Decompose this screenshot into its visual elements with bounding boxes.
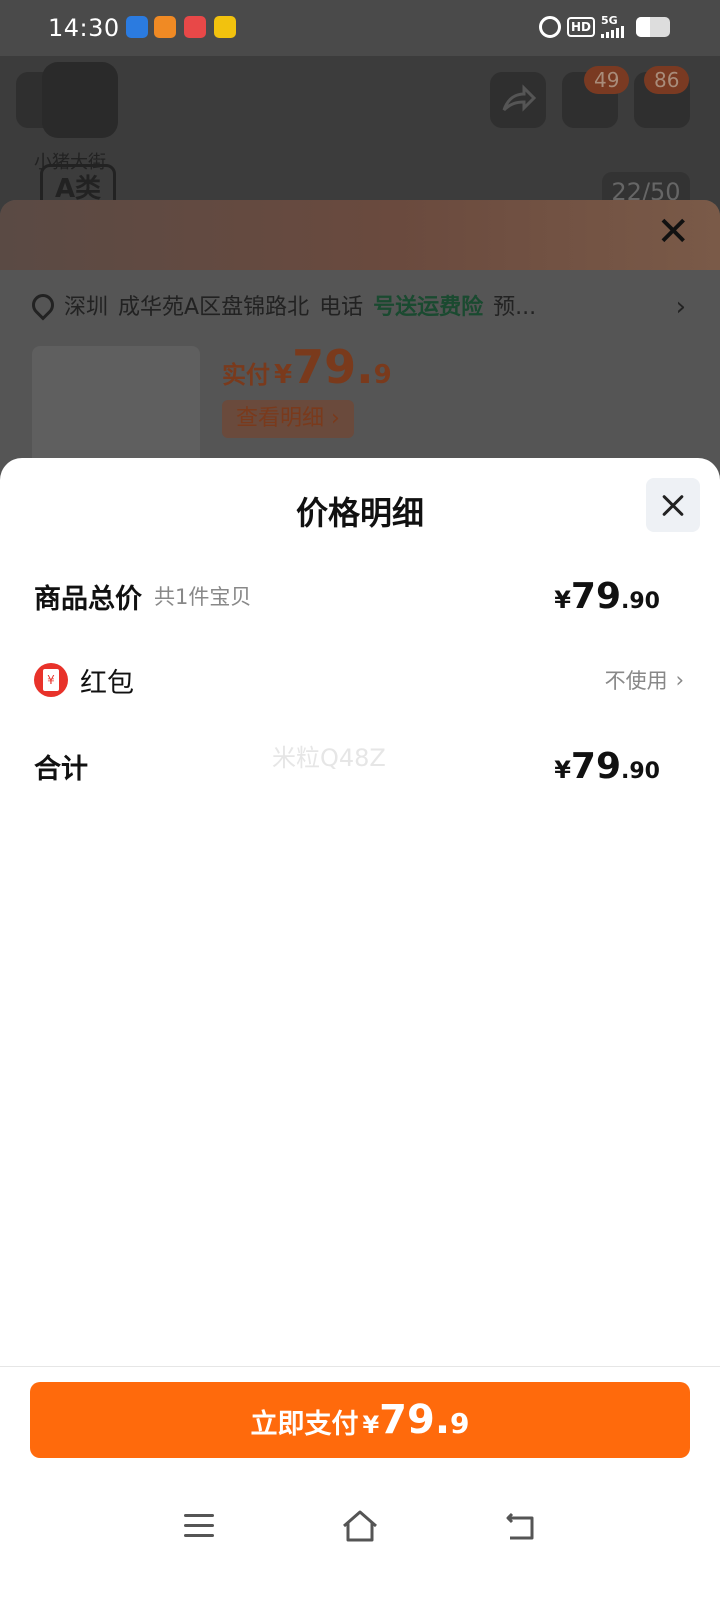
view-details-link[interactable]: 查看明细 › bbox=[222, 400, 354, 438]
message-badge: 86 bbox=[644, 66, 690, 94]
clock: 14:30 bbox=[48, 14, 120, 42]
share-button[interactable] bbox=[490, 72, 546, 128]
status-bar: 14:30 HD 5G bbox=[0, 0, 720, 56]
share-icon bbox=[502, 84, 537, 112]
battery-icon bbox=[636, 16, 670, 37]
pay-now-button[interactable]: 立即支付 ¥79.9 bbox=[30, 1382, 690, 1458]
red-packet-icon bbox=[34, 663, 68, 697]
app-notification-icon bbox=[154, 16, 176, 38]
hd-icon: HD bbox=[566, 16, 595, 37]
red-packet-row[interactable]: 红包 不使用› bbox=[34, 656, 684, 704]
signal-icon: 5G bbox=[601, 15, 624, 38]
promo-banner bbox=[0, 200, 720, 270]
menu-icon[interactable] bbox=[184, 1514, 214, 1538]
background-order-sheet: ✕ 深圳 成华苑A区盘锦路北 电话 号送运费险 预... › 实付 ¥79.9 查… bbox=[0, 200, 720, 500]
cart-badge: 49 bbox=[584, 66, 630, 94]
home-icon[interactable] bbox=[340, 1506, 380, 1546]
item-count: 共1件宝贝 bbox=[154, 585, 252, 609]
total-amount: ¥79.90 bbox=[554, 745, 660, 787]
status-icons: HD 5G bbox=[538, 15, 670, 38]
location-pin-icon bbox=[32, 289, 59, 321]
red-packet-selector[interactable]: 不使用 › bbox=[605, 665, 684, 695]
total-label: 合计 bbox=[34, 753, 88, 785]
sheet-title: 价格明细 bbox=[295, 494, 424, 532]
shop-logo bbox=[42, 62, 118, 138]
watermark: 米粒Q48Z bbox=[272, 744, 386, 772]
shipping-address[interactable]: 深圳 成华苑A区盘锦路北 电话 号送运费险 预... bbox=[32, 288, 680, 322]
goods-total-label: 商品总价 bbox=[34, 583, 142, 615]
close-icon[interactable]: ✕ bbox=[656, 212, 690, 252]
app-notification-icon bbox=[214, 16, 236, 38]
system-nav-bar bbox=[0, 1488, 720, 1568]
goods-total-row: 商品总价 共1件宝贝 ¥79.90 bbox=[34, 572, 660, 620]
back-icon[interactable] bbox=[504, 1510, 536, 1542]
goods-total-amount: ¥79.90 bbox=[554, 575, 660, 617]
chevron-right-icon: › bbox=[675, 292, 686, 322]
app-notification-icon bbox=[126, 16, 148, 38]
paid-amount: 实付 ¥79.9 bbox=[222, 340, 392, 394]
red-packet-label: 红包 bbox=[80, 667, 134, 699]
chevron-right-icon: › bbox=[675, 668, 684, 692]
alarm-icon bbox=[538, 15, 561, 38]
app-notification-icon bbox=[184, 16, 206, 38]
close-button[interactable] bbox=[646, 478, 700, 532]
divider bbox=[0, 1366, 720, 1367]
